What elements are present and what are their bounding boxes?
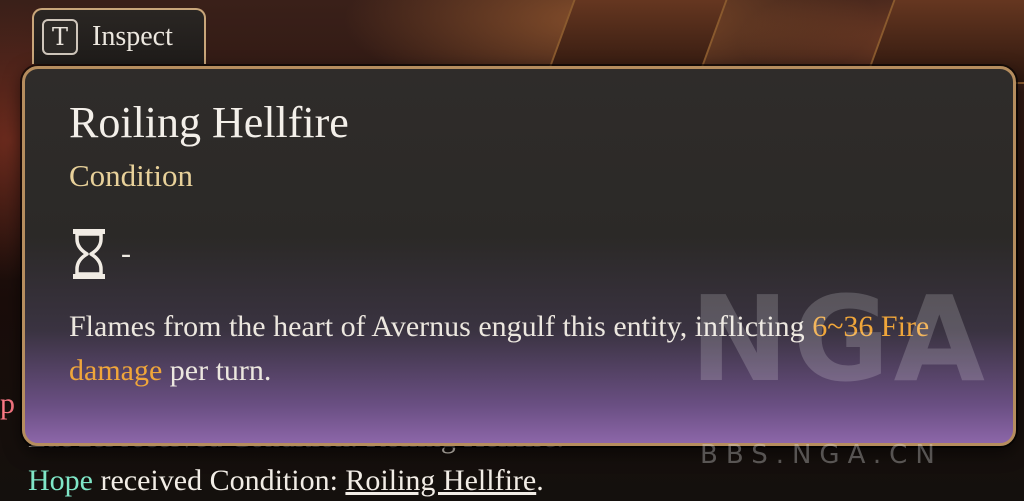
combat-log-text: received Condition:	[92, 464, 346, 497]
tooltip-description: Flames from the heart of Avernus engulf …	[69, 305, 969, 393]
combat-log-end: .	[536, 464, 544, 497]
condition-link[interactable]: Roiling Hellfire	[345, 464, 536, 497]
description-text-end: per turn.	[162, 354, 272, 387]
tooltip-subtitle: Condition	[69, 158, 194, 193]
duration-value: -	[121, 237, 131, 270]
game-screen: p Lae'zel received Condition: Roiling He…	[0, 0, 1024, 501]
description-text: Flames from the heart of Avernus engulf …	[69, 310, 813, 343]
condition-tooltip: Roiling Hellfire Condition - Flames from…	[22, 66, 1016, 446]
hourglass-icon	[73, 229, 105, 279]
tooltip-title: Roiling Hellfire	[69, 98, 349, 147]
duration-row: -	[71, 227, 131, 281]
keybind-t-icon: T	[42, 19, 78, 55]
combat-log-fragment: p	[0, 387, 15, 420]
combat-log-line: Hope received Condition: Roiling Hellfir…	[28, 461, 544, 501]
inspect-button[interactable]: T Inspect	[32, 8, 206, 64]
character-name[interactable]: Hope	[28, 464, 93, 497]
inspect-label: Inspect	[92, 21, 173, 52]
